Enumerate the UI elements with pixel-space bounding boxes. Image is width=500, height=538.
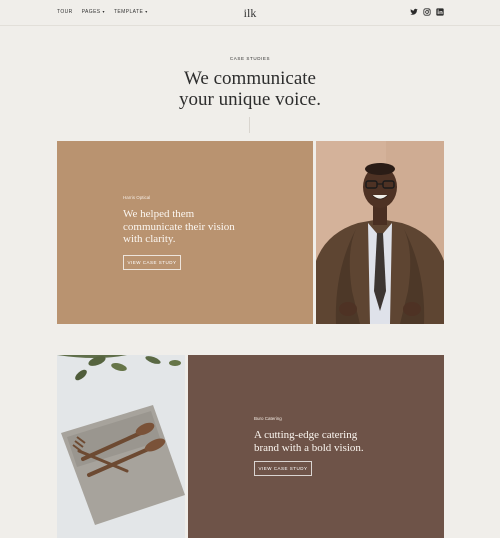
page-title-line: We communicate: [184, 68, 316, 89]
view-case-study-button[interactable]: VIEW CASE STUDY: [123, 255, 181, 270]
case-client-name: Buro Catering: [254, 416, 282, 421]
case-headline: A cutting-edge catering brand with a bol…: [254, 429, 364, 454]
case-headline-line: A cutting-edge catering: [254, 429, 358, 441]
case-headline-line: with clarity.: [123, 233, 176, 245]
case-study-card-buro: Buro Catering A cutting-edge catering br…: [188, 355, 444, 538]
view-case-study-button[interactable]: VIEW CASE STUDY: [254, 461, 312, 476]
instagram-icon[interactable]: [423, 8, 431, 16]
case-study-card-harris: Harris Optical We helped them communicat…: [57, 141, 313, 324]
case-headline: We helped them communicate their vision …: [123, 208, 235, 246]
case-headline-line: communicate their vision: [123, 220, 235, 233]
page-title: We communicate your unique voice.: [0, 68, 500, 110]
case-headline-line: We helped them: [123, 208, 195, 220]
section-eyebrow: CASE STUDIES: [229, 56, 271, 61]
twitter-icon[interactable]: [410, 8, 418, 16]
linkedin-icon[interactable]: [436, 8, 444, 16]
social-links: [410, 8, 444, 16]
page-title-line: your unique voice.: [179, 89, 321, 110]
divider: [249, 117, 250, 133]
case-image-cutlery: [57, 355, 185, 538]
case-image-portrait: [316, 141, 444, 324]
case-client-name: Harris Optical: [123, 195, 151, 200]
top-nav: TOUR PAGES ▾ TEMPLATE ▾ ilk: [0, 0, 500, 26]
case-headline-line: brand with a bold vision.: [254, 441, 364, 454]
